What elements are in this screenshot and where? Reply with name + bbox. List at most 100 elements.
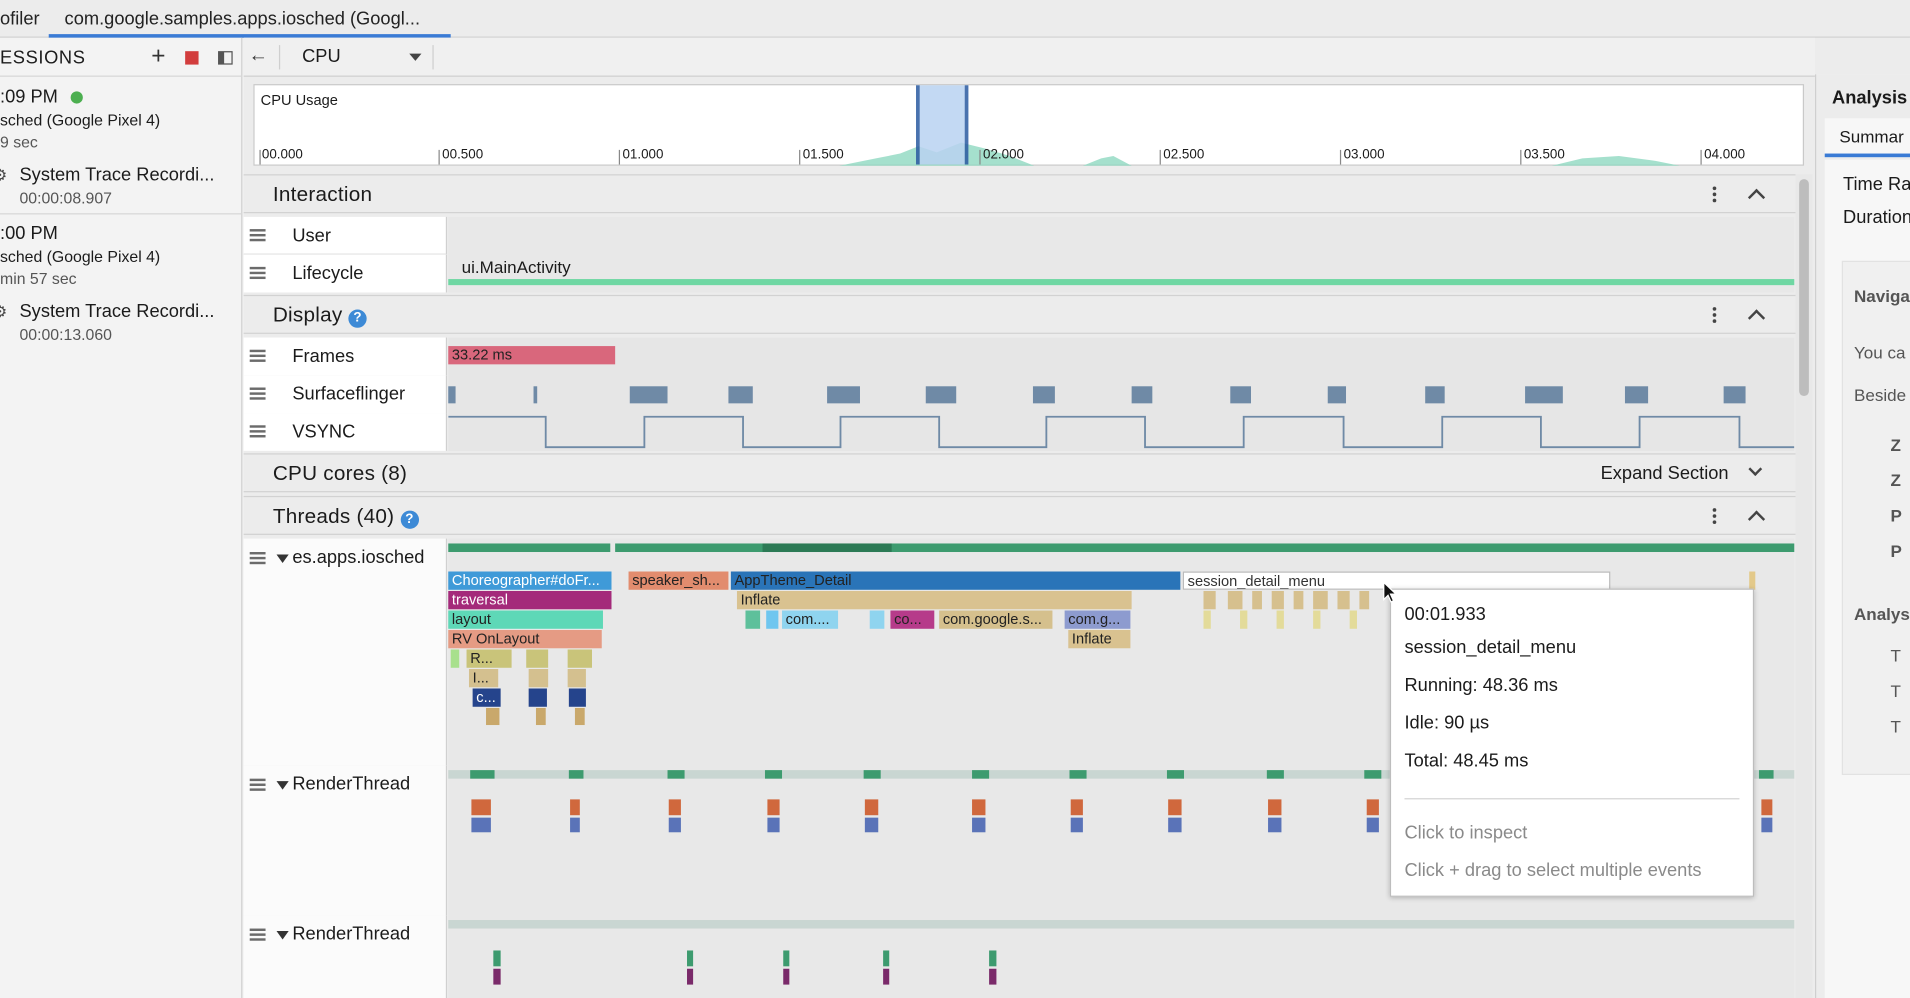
section-title: Threads (40) ? <box>272 504 419 529</box>
track-label-surfaceflinger[interactable]: Surfaceflinger <box>243 375 448 414</box>
more-vert-icon[interactable] <box>1712 186 1718 204</box>
help-icon[interactable]: ? <box>400 509 419 529</box>
trace-event[interactable]: c... <box>472 688 501 707</box>
expand-section-button[interactable]: Expand Section <box>1601 463 1729 484</box>
tooltip-divider <box>1404 798 1740 800</box>
trace-event[interactable]: I... <box>468 668 499 688</box>
drag-handle-icon[interactable] <box>249 778 266 791</box>
profiler-selector-value: CPU <box>302 46 341 68</box>
more-vert-icon[interactable] <box>1712 307 1718 325</box>
vsync-track[interactable] <box>448 413 1795 451</box>
chevron-down-icon[interactable] <box>1748 462 1763 477</box>
lifecycle-bar[interactable] <box>448 279 1795 286</box>
vertical-scrollbar[interactable] <box>1795 174 1813 998</box>
expand-triangle-icon[interactable] <box>276 554 289 563</box>
session-item[interactable]: :00 PM sched (Google Pixel 4) min 57 sec… <box>0 214 242 350</box>
trace-event[interactable]: traversal <box>448 591 612 610</box>
stop-recording-icon[interactable] <box>184 50 199 65</box>
analysis-item: T <box>1890 681 1901 701</box>
lifecycle-track[interactable]: ui.MainActivity <box>448 254 1795 293</box>
trace-event[interactable]: speaker_sh... <box>628 571 729 590</box>
scrollbar-thumb[interactable] <box>1799 179 1809 397</box>
top-tab-bar: ofiler com.google.samples.apps.iosched (… <box>0 0 1910 38</box>
surfaceflinger-track[interactable] <box>448 375 1795 414</box>
frame-event[interactable]: 33.22 ms <box>448 346 616 365</box>
drag-handle-icon[interactable] <box>249 349 266 362</box>
nav-key: Z <box>1890 470 1901 490</box>
threads-title: Threads (40) <box>272 504 395 528</box>
nav-line: You ca <box>1853 342 1906 362</box>
drag-handle-icon[interactable] <box>249 928 266 941</box>
thread-label-renderthread[interactable]: RenderThread <box>243 765 448 916</box>
track-label-frames[interactable]: Frames <box>243 337 448 376</box>
tab-profiler[interactable]: ofiler <box>0 0 40 38</box>
expand-triangle-icon[interactable] <box>276 930 289 940</box>
trace-event[interactable]: Inflate <box>1068 629 1131 649</box>
tooltip-idle: Idle: 90 µs <box>1404 712 1490 734</box>
thread-label-main[interactable]: es.apps.iosched <box>243 538 448 766</box>
thread-label-renderthread-2[interactable]: RenderThread <box>243 915 448 998</box>
trace-event[interactable]: R... <box>466 649 512 668</box>
expand-triangle-icon[interactable] <box>276 781 289 790</box>
time-tick: 00.500 <box>442 147 484 163</box>
toolbar-divider <box>278 45 281 70</box>
user-track[interactable] <box>448 216 1795 255</box>
track-label-vsync[interactable]: VSYNC <box>243 413 448 451</box>
live-indicator-icon <box>70 91 83 104</box>
recording-title[interactable]: System Trace Recordi... <box>19 165 214 186</box>
nav-key: P <box>1890 505 1902 526</box>
trace-event[interactable]: co... <box>890 610 935 629</box>
nav-title: Naviga <box>1853 286 1910 306</box>
time-tick: 03.500 <box>1523 147 1565 163</box>
lifecycle-event-label[interactable]: ui.MainActivity <box>462 257 571 276</box>
session-item[interactable]: :09 PM sched (Google Pixel 4) 9 sec ⚙ Sy… <box>0 78 243 215</box>
time-tick: 03.000 <box>1343 147 1385 163</box>
toolbar-divider <box>432 45 434 70</box>
vsync-waveform <box>448 415 1795 449</box>
trace-event[interactable]: com.google.s... <box>939 610 1053 629</box>
back-arrow-icon[interactable]: ← <box>248 45 267 66</box>
trace-event[interactable]: com.... <box>782 610 839 629</box>
time-tick: 01.500 <box>802 147 844 163</box>
drag-handle-icon[interactable] <box>249 266 266 280</box>
tab-iosched-process[interactable]: com.google.samples.apps.iosched (Googl..… <box>48 0 451 38</box>
profiler-selector[interactable]: CPU <box>292 43 428 72</box>
display-section-header[interactable]: Display ? <box>243 294 1796 334</box>
trace-event[interactable]: Inflate <box>736 591 1132 610</box>
trace-event[interactable]: AppTheme_Detail <box>730 571 1181 590</box>
chevron-up-icon[interactable] <box>1747 510 1766 528</box>
time-axis: 00.000 00.500 01.000 01.500 02.000 02.50… <box>255 147 1804 165</box>
right-panel-top <box>1814 37 1910 75</box>
trace-event[interactable]: layout <box>448 610 603 629</box>
add-session-icon[interactable]: + <box>149 42 168 69</box>
help-icon[interactable]: ? <box>348 308 367 328</box>
threads-section-header[interactable]: Threads (40) ? <box>243 495 1796 535</box>
section-title: Interaction <box>272 182 373 206</box>
trace-event[interactable]: RV OnLayout <box>448 629 602 649</box>
track-label-text: User <box>292 225 331 247</box>
cpu-usage-chart[interactable]: CPU Usage 00.000 00.500 01.000 01.500 02… <box>253 84 1805 166</box>
collapse-sidebar-icon[interactable] <box>217 50 233 65</box>
sessions-header: ESSIONS + <box>0 38 243 77</box>
track-label-lifecycle[interactable]: Lifecycle <box>243 254 448 293</box>
drag-handle-icon[interactable] <box>249 387 266 400</box>
interaction-section-header[interactable]: Interaction <box>243 174 1796 214</box>
chevron-up-icon[interactable] <box>1747 188 1766 207</box>
drag-handle-icon[interactable] <box>249 229 266 242</box>
trace-event[interactable]: com.g... <box>1064 610 1131 629</box>
time-tick: 00.000 <box>261 147 303 163</box>
trace-event[interactable]: Choreographer#doFr... <box>448 571 612 590</box>
drag-handle-icon[interactable] <box>249 552 266 565</box>
nav-line: Beside <box>1853 385 1907 405</box>
chevron-up-icon[interactable] <box>1747 309 1766 327</box>
track-label-user[interactable]: User <box>243 216 448 255</box>
time-tick: 04.000 <box>1704 147 1746 163</box>
frames-track[interactable]: 33.22 ms <box>448 337 1795 376</box>
thread-track-renderthread-2[interactable] <box>448 915 1795 998</box>
tab-summary[interactable]: Summar <box>1824 118 1910 158</box>
more-vert-icon[interactable] <box>1712 508 1718 526</box>
recording-title[interactable]: System Trace Recordi... <box>19 301 214 322</box>
display-title: Display <box>272 303 343 327</box>
cpu-cores-section-header[interactable]: CPU cores (8) Expand Section <box>243 453 1796 493</box>
drag-handle-icon[interactable] <box>249 425 266 438</box>
